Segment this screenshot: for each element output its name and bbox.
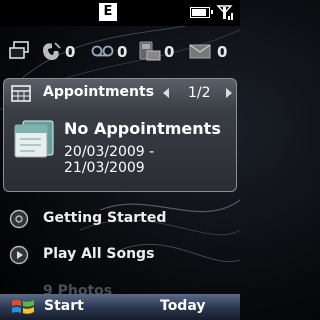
previous-arrow-icon[interactable] bbox=[163, 88, 169, 98]
list-item-play-all-songs[interactable]: Play All Songs bbox=[0, 241, 240, 269]
appointments-title: Appointments bbox=[43, 84, 155, 100]
windows-icon bbox=[9, 41, 29, 59]
signal-strength-icon[interactable] bbox=[215, 4, 235, 22]
email-notification[interactable]: 0 bbox=[188, 40, 232, 64]
appointments-pager: 1/2 bbox=[188, 85, 211, 101]
appointments-date-range: 20/03/2009 - 21/03/2009 bbox=[64, 144, 155, 176]
calendar-icon bbox=[11, 85, 31, 102]
messages-notification[interactable]: 0 bbox=[137, 40, 177, 64]
message-icon bbox=[139, 41, 161, 61]
missed-call-icon bbox=[43, 42, 61, 60]
windows-logo-icon[interactable] bbox=[10, 297, 36, 317]
status-bar: E bbox=[0, 0, 240, 26]
play-icon bbox=[9, 245, 29, 265]
today-button[interactable]: Today bbox=[160, 298, 205, 314]
taskbar: Start Today bbox=[0, 294, 240, 320]
messages-count: 0 bbox=[164, 43, 175, 61]
next-arrow-icon[interactable] bbox=[226, 88, 232, 98]
list-item-photos[interactable]: 9 Photos bbox=[0, 278, 240, 294]
appointments-heading: No Appointments bbox=[64, 119, 221, 138]
network-type-badge: E bbox=[99, 3, 117, 21]
voicemail-notification[interactable]: 0 bbox=[90, 40, 128, 64]
list-item-label: Play All Songs bbox=[43, 246, 155, 262]
list-item-label: 9 Photos bbox=[43, 283, 113, 294]
list-item-getting-started[interactable]: Getting Started bbox=[0, 205, 240, 233]
voicemail-count: 0 bbox=[117, 43, 128, 61]
appointments-header: Appointments 1/2 bbox=[4, 79, 236, 109]
email-icon bbox=[189, 44, 211, 59]
voicemail-icon bbox=[91, 45, 114, 57]
email-count: 0 bbox=[217, 43, 228, 61]
list-item-label: Getting Started bbox=[43, 210, 167, 226]
disc-icon bbox=[9, 209, 29, 229]
calendar-pages-icon bbox=[14, 120, 54, 158]
appointments-panel[interactable]: Appointments 1/2 No Appointments 20/03/2… bbox=[3, 78, 237, 192]
start-button[interactable]: Start bbox=[44, 298, 84, 314]
windows-notification[interactable] bbox=[8, 40, 38, 64]
battery-icon[interactable] bbox=[190, 7, 213, 18]
missed-calls-notification[interactable]: 0 bbox=[40, 40, 76, 64]
missed-calls-count: 0 bbox=[65, 43, 76, 61]
